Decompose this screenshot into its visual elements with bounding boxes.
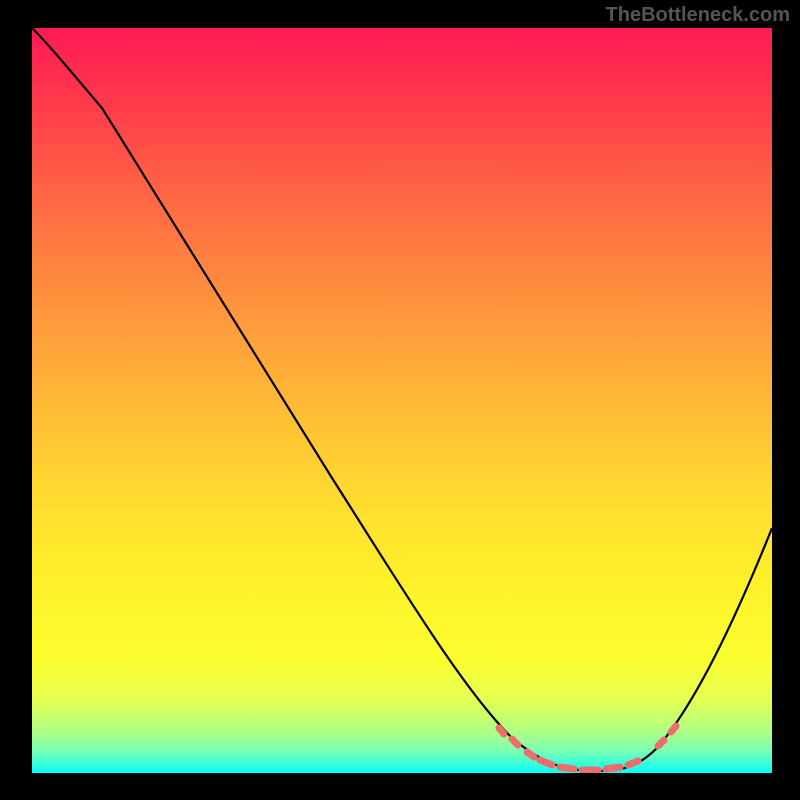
watermark-text: TheBottleneck.com [606,4,790,27]
severity-gradient-background [32,28,772,773]
chart-container: TheBottleneck.com [0,0,800,800]
plot-area [32,28,772,773]
